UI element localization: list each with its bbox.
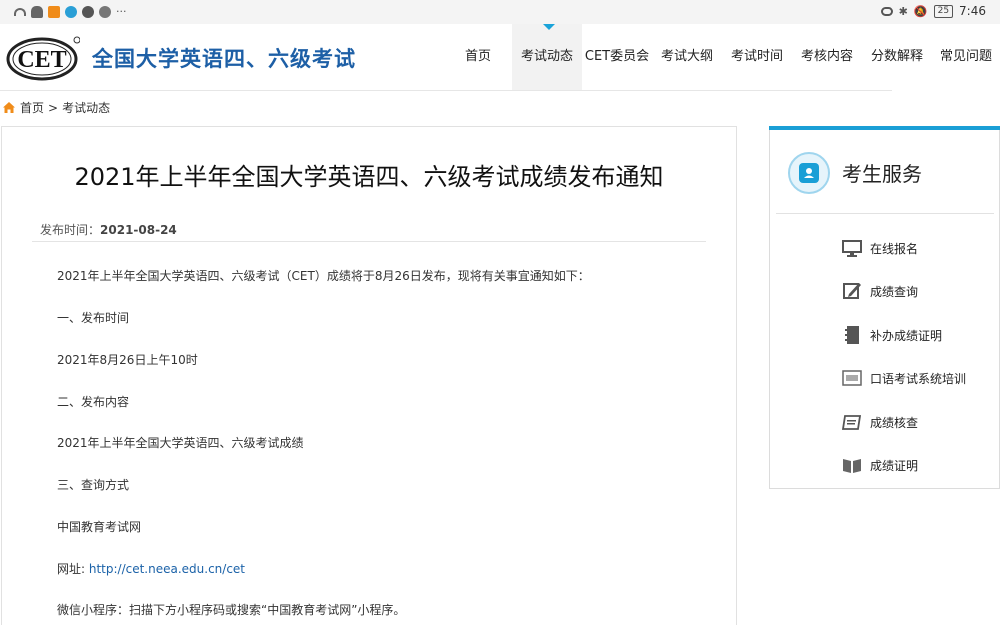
header-divider: [0, 90, 892, 91]
status-bar-system: ✱ 🔕 25 7:46: [880, 4, 986, 18]
sidebar-item-label: 成绩证明: [870, 458, 919, 473]
paragraph-heading-3: 三、查询方式: [57, 478, 130, 492]
sidebar-item-label: 成绩核查: [870, 415, 919, 430]
logo-text: CET: [17, 47, 66, 73]
play-app-icon: [48, 5, 60, 18]
sidebar-item-label: 口语考试系统培训: [870, 371, 967, 386]
paragraph-site-name: 中国教育考试网: [57, 520, 142, 534]
bluetooth-icon: ✱: [898, 4, 908, 18]
contacts-icon: [788, 152, 830, 194]
screen-icon: [842, 370, 862, 386]
nav-item-score-explanation[interactable]: 分数解释: [862, 24, 932, 90]
sidebar-item-label: 成绩查询: [870, 284, 919, 299]
publish-date: 2021-08-24: [100, 223, 177, 237]
url-label: 网址:: [57, 562, 89, 576]
clock: 7:46: [959, 4, 986, 18]
nav-item-exam-time[interactable]: 考试时间: [722, 24, 792, 90]
breadcrumb: 首页 > 考试动态: [2, 99, 110, 116]
wechat-icon: [99, 5, 111, 18]
status-bar: ··· ✱ 🔕 25 7:46: [0, 0, 1000, 24]
monitor-icon: [842, 240, 862, 257]
certificate-icon: [842, 415, 862, 430]
battery-level: 25: [933, 4, 954, 18]
active-nav-indicator: [543, 24, 555, 30]
nav-item-cet-committee[interactable]: CET委员会: [582, 24, 652, 90]
main-nav: 首页 考试动态 CET委员会 考试大纲 考试时间 考核内容 分数解释 常见问题: [444, 24, 1000, 90]
sidebar-item-online-registration[interactable]: 在线报名: [842, 237, 918, 259]
paragraph-heading-1: 一、发布时间: [57, 311, 130, 325]
breadcrumb-home[interactable]: 首页: [20, 99, 44, 116]
edit-icon: [843, 283, 861, 299]
meta-divider: [32, 241, 706, 242]
paragraph-intro: 2021年上半年全国大学英语四、六级考试（CET）成绩将于8月26日发布，现将有…: [57, 269, 590, 283]
sidebar-item-score-review[interactable]: 成绩核查: [842, 411, 918, 433]
paragraph-release-content: 2021年上半年全国大学英语四、六级考试成绩: [57, 436, 304, 450]
site-title[interactable]: 全国大学英语四、六级考试: [92, 43, 356, 73]
telegram-icon: [65, 5, 77, 18]
sidebar-item-score-certificate[interactable]: 成绩证明: [842, 454, 918, 476]
book-icon: [843, 459, 861, 473]
chat-app-icon: [82, 5, 94, 18]
sidebar-divider: [776, 213, 994, 214]
candidate-services-panel: 考生服务 在线报名 成绩查询 补办成绩证明 口语考试系统培训 成绩核查 成绩证明: [769, 126, 1000, 489]
publish-label: 发布时间：: [40, 223, 101, 237]
eye-icon: [880, 6, 893, 16]
status-bar-notifications: ···: [14, 5, 127, 18]
breadcrumb-current[interactable]: 考试动态: [62, 99, 110, 116]
article-panel: 2021年上半年全国大学英语四、六级考试成绩发布通知 发布时间：2021-08-…: [1, 126, 737, 625]
site-header: CET 全国大学英语四、六级考试 首页 考试动态 CET委员会 考试大纲 考试时…: [0, 24, 1000, 90]
paragraph-heading-2: 二、发布内容: [57, 395, 130, 409]
nav-item-home[interactable]: 首页: [444, 24, 512, 90]
nav-item-content[interactable]: 考核内容: [792, 24, 862, 90]
sidebar-item-label: 在线报名: [870, 241, 919, 256]
sidebar-item-oral-exam-training[interactable]: 口语考试系统培训: [842, 367, 966, 389]
wifi-icon: [14, 7, 26, 16]
paragraph-url: 网址: http://cet.neea.edu.cn/cet: [57, 560, 245, 577]
breadcrumb-separator: >: [48, 100, 59, 115]
notebook-icon: [845, 326, 859, 344]
sidebar-accent-bar: [769, 126, 1000, 130]
paragraph-wechat: 微信小程序：扫描下方小程序码或搜索“中国教育考试网”小程序。: [57, 603, 406, 617]
more-icon: ···: [116, 5, 127, 18]
paragraph-release-time: 2021年8月26日上午10时: [57, 353, 198, 367]
notification-bell-icon: [31, 5, 43, 18]
sidebar-title: 考生服务: [842, 162, 922, 186]
cet-url-link[interactable]: http://cet.neea.edu.cn/cet: [89, 562, 245, 576]
article-title: 2021年上半年全国大学英语四、六级考试成绩发布通知: [74, 163, 664, 191]
sidebar-item-score-query[interactable]: 成绩查询: [842, 280, 918, 302]
sidebar-item-label: 补办成绩证明: [870, 328, 943, 343]
nav-item-exam-news[interactable]: 考试动态: [512, 24, 582, 90]
cet-logo[interactable]: CET: [6, 35, 81, 81]
home-icon[interactable]: [2, 101, 16, 114]
nav-item-syllabus[interactable]: 考试大纲: [652, 24, 722, 90]
sidebar-item-reissue-certificate[interactable]: 补办成绩证明: [842, 324, 942, 346]
publish-info: 发布时间：2021-08-24: [40, 221, 177, 238]
mute-icon: 🔕: [913, 4, 928, 18]
nav-item-faq[interactable]: 常见问题: [932, 24, 1000, 90]
